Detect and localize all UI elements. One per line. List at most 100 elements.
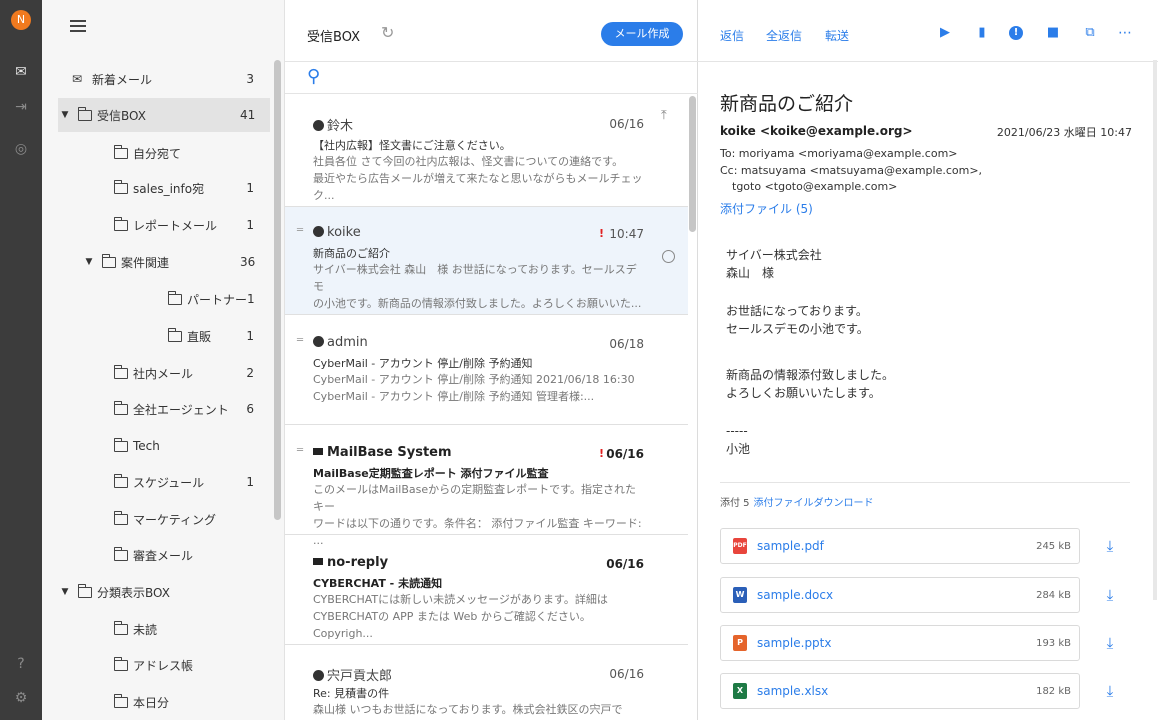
- attachment-item[interactable]: P sample.pptx 193 kB: [720, 625, 1080, 661]
- download-icon[interactable]: ⤓: [1102, 683, 1118, 699]
- collapse-arrow-icon[interactable]: ▼: [82, 257, 96, 267]
- open-folder-icon: [78, 583, 92, 598]
- smart-folder-icon: [114, 620, 128, 635]
- attachment-item[interactable]: W sample.docx 284 kB: [720, 577, 1080, 613]
- folder-inbox[interactable]: ▼ 受信BOX 41: [58, 98, 270, 132]
- message-item[interactable]: ═ admin 06/18 CyberMail - アカウント 停止/削除 予約…: [285, 315, 688, 425]
- folder-icon: [102, 253, 116, 268]
- folder-icon: [114, 144, 128, 159]
- mail-icon[interactable]: ✉: [11, 62, 31, 82]
- move-folder-icon[interactable]: ▶: [938, 26, 952, 40]
- avatar[interactable]: N: [11, 10, 31, 30]
- folder-agents[interactable]: 全社エージェント 6: [58, 392, 270, 426]
- exit-icon[interactable]: ⇥: [11, 97, 31, 117]
- folder-icon: [114, 216, 128, 231]
- settings-gear-icon[interactable]: ⚙: [11, 688, 31, 708]
- message-cc-cont: tgoto <tgoto@example.com>: [732, 180, 898, 193]
- folder-icon: [114, 437, 128, 452]
- folder-scrollbar[interactable]: [274, 60, 281, 520]
- folder-icon: [78, 106, 92, 121]
- folder-icon: [168, 327, 182, 342]
- download-icon[interactable]: ⤓: [1102, 635, 1118, 651]
- folder-panel: ✉ 新着メール 3 ▼ 受信BOX 41 自分宛て sales_info宛 1 …: [42, 0, 285, 720]
- app-rail: N ✉ ⇥ ◎ ? ⚙: [0, 0, 42, 720]
- folder-icon: [114, 364, 128, 379]
- folder-tech[interactable]: Tech: [58, 429, 270, 463]
- clock-icon[interactable]: [662, 250, 675, 263]
- download-icon[interactable]: ⤓: [1102, 538, 1118, 554]
- new-mail-icon: ✉: [72, 72, 83, 86]
- folder-internal[interactable]: 社内メール 2: [58, 356, 270, 390]
- attachments-link[interactable]: 添付ファイル (5): [720, 200, 813, 217]
- folder-icon: [114, 179, 128, 194]
- attachment-item[interactable]: X sample.xlsx 182 kB: [720, 673, 1080, 709]
- chat-icon[interactable]: ◎: [11, 139, 31, 159]
- folder-partner[interactable]: パートナー 1: [58, 282, 270, 316]
- trash-icon[interactable]: ▮: [975, 26, 989, 40]
- smart-folder-icon: [114, 656, 128, 671]
- important-icon[interactable]: !: [1009, 26, 1023, 40]
- folder-projects[interactable]: ▼ 案件関連 36: [58, 245, 270, 279]
- chat-bubble-icon[interactable]: ■: [1046, 26, 1060, 40]
- download-icon[interactable]: ⤓: [1102, 587, 1118, 603]
- folder-smart-box[interactable]: ▼ 分類表示BOX: [58, 575, 270, 609]
- menu-icon[interactable]: [70, 20, 86, 32]
- person-icon: [313, 336, 324, 347]
- person-icon: [313, 120, 324, 131]
- search-bar[interactable]: [285, 62, 698, 94]
- folder-direct[interactable]: 直販 1: [58, 319, 270, 353]
- smart-folder-icon: [114, 693, 128, 708]
- reply-button[interactable]: 返信: [720, 27, 744, 44]
- folder-icon: [114, 510, 128, 525]
- download-all-link[interactable]: 添付ファイルダウンロード: [754, 498, 874, 509]
- message-item[interactable]: 宍戸貢太郎 06/16 Re: 見積書の件 森山様 いつもお世話になっております…: [285, 645, 688, 720]
- word-file-icon: W: [733, 587, 747, 603]
- folder-address-book[interactable]: アドレス帳: [58, 648, 270, 682]
- search-icon[interactable]: ⚲: [307, 66, 320, 87]
- folder-schedule[interactable]: スケジュール 1: [58, 465, 270, 499]
- folder-icon: [114, 473, 128, 488]
- message-cc: Cc: matsuyama <matsuyama@example.com>,: [720, 164, 983, 177]
- more-options-icon[interactable]: ⋯: [1118, 26, 1132, 40]
- list-scrollbar[interactable]: [689, 96, 696, 232]
- list-header: 受信BOX ↻ メール作成: [285, 0, 698, 62]
- person-icon: [313, 670, 324, 681]
- excel-file-icon: X: [733, 683, 747, 699]
- collapse-arrow-icon[interactable]: ▼: [58, 110, 72, 120]
- folder-to-me[interactable]: 自分宛て: [58, 136, 270, 170]
- envelope-icon: [313, 448, 323, 455]
- drag-handle-icon[interactable]: ═: [297, 225, 303, 236]
- open-new-window-icon[interactable]: ⧉: [1083, 26, 1097, 40]
- message-item-selected[interactable]: ═ koike ! 10:47 新商品のご紹介 サイバー株式会社 森山 様 お世…: [285, 207, 688, 315]
- message-to: To: moriyama <moriyama@example.com>: [720, 147, 958, 160]
- help-icon[interactable]: ?: [11, 654, 31, 674]
- message-from[interactable]: koike <koike@example.org>: [720, 124, 913, 138]
- refresh-icon[interactable]: ↻: [381, 23, 394, 42]
- folder-sales-info[interactable]: sales_info宛 1: [58, 171, 270, 205]
- envelope-icon: [313, 558, 323, 565]
- folder-icon: [114, 400, 128, 415]
- reply-all-button[interactable]: 全返信: [766, 27, 802, 44]
- folder-review[interactable]: 審査メール: [58, 538, 270, 572]
- forward-button[interactable]: 転送: [825, 27, 849, 44]
- divider: [720, 482, 1130, 483]
- folder-new-mail[interactable]: ✉ 新着メール 3: [58, 62, 270, 96]
- reader-scrollbar[interactable]: [1153, 60, 1157, 600]
- drag-handle-icon[interactable]: ═: [297, 335, 303, 346]
- scroll-top-icon[interactable]: ⤒: [661, 108, 667, 123]
- folder-today[interactable]: 本日分: [58, 685, 270, 719]
- person-icon: [313, 226, 324, 237]
- folder-reports[interactable]: レポートメール 1: [58, 208, 270, 242]
- folder-icon: [168, 290, 182, 305]
- drag-handle-icon[interactable]: ═: [297, 445, 303, 456]
- folder-marketing[interactable]: マーケティング: [58, 502, 270, 536]
- collapse-arrow-icon[interactable]: ▼: [58, 587, 72, 597]
- message-toolbar: 返信 全返信 転送 ▶ ▮ ! ■ ⧉ ⋯: [698, 0, 1158, 62]
- message-item[interactable]: ═ MailBase System ! 06/16 MailBase定期監査レポ…: [285, 425, 688, 547]
- attachment-item[interactable]: PDF sample.pdf 245 kB: [720, 528, 1080, 564]
- reading-pane: 返信 全返信 転送 ▶ ▮ ! ■ ⧉ ⋯ 新商品のご紹介 koike <koi…: [698, 0, 1158, 720]
- compose-button[interactable]: メール作成: [601, 22, 683, 46]
- message-item[interactable]: no-reply 06/16 CYBERCHAT - 未読通知 CYBERCHA…: [285, 535, 688, 645]
- message-item[interactable]: 鈴木 06/16 【社内広報】怪文書にご注意ください。 社員各位 さて今回の社内…: [285, 95, 688, 207]
- folder-unread[interactable]: 未読: [58, 612, 270, 646]
